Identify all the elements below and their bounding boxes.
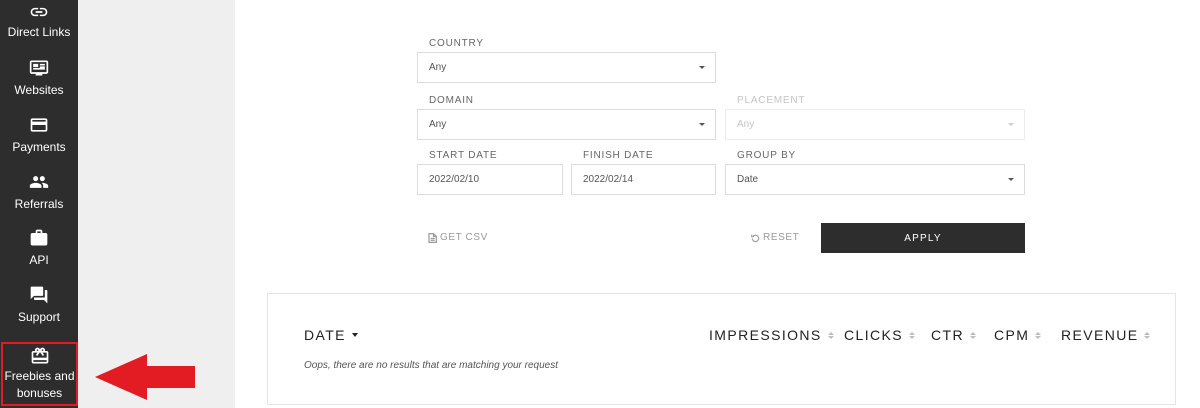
- column-header-revenue[interactable]: REVENUE: [1061, 327, 1151, 343]
- start-date-value: 2022/02/10: [429, 174, 480, 185]
- sidebar-item-referrals[interactable]: Referrals: [0, 172, 78, 212]
- sidebar-item-websites[interactable]: Websites: [0, 58, 78, 98]
- sidebar: Direct Links Websites Payments Referrals…: [0, 0, 78, 408]
- finish-date-value: 2022/02/14: [583, 174, 634, 185]
- reset-icon: [751, 234, 760, 242]
- apply-button[interactable]: APPLY: [821, 223, 1025, 253]
- payment-card-icon: [30, 118, 48, 132]
- sidebar-item-label: API: [29, 253, 49, 267]
- chat-icon: [30, 286, 48, 304]
- column-header-label: REVENUE: [1061, 327, 1139, 343]
- sidebar-item-label: Websites: [14, 83, 64, 97]
- chevron-down-icon: [1008, 178, 1014, 181]
- sidebar-item-support[interactable]: Support: [0, 285, 78, 325]
- sort-desc-icon: [351, 333, 358, 337]
- sidebar-item-label: Freebies and bonuses: [4, 369, 75, 400]
- group-by-select[interactable]: Date: [725, 164, 1025, 195]
- column-header-label: CLICKS: [844, 327, 903, 343]
- sort-icon: [1035, 331, 1042, 339]
- sidebar-item-label: Payments: [12, 140, 66, 154]
- column-header-ctr[interactable]: CTR: [931, 327, 976, 343]
- sidebar-item-payments[interactable]: Payments: [0, 115, 78, 155]
- domain-value: Any: [429, 119, 447, 130]
- sidebar-item-label: Referrals: [14, 197, 64, 211]
- briefcase-icon: [30, 229, 48, 246]
- sidebar-item-label: Direct Links: [7, 25, 71, 39]
- domain-label: DOMAIN: [429, 95, 474, 106]
- get-csv-label: GET CSV: [440, 232, 488, 243]
- placement-value: Any: [737, 119, 755, 130]
- column-header-label: CPM: [994, 327, 1030, 343]
- sidebar-item-direct-links[interactable]: Direct Links: [0, 2, 78, 40]
- group-by-value: Date: [737, 174, 759, 185]
- sort-icon: [908, 331, 915, 339]
- chevron-down-icon: [699, 66, 705, 69]
- sidebar-item-api[interactable]: API: [0, 228, 78, 268]
- empty-results-message: Oops, there are no results that are matc…: [304, 360, 559, 371]
- group-by-label: GROUP BY: [737, 150, 797, 161]
- chevron-down-icon: [699, 123, 705, 126]
- content-gutter: [78, 0, 235, 408]
- results-table: DATE IMPRESSIONS CLICKS CTR CPM REVENUE …: [267, 293, 1176, 405]
- sort-icon: [1144, 331, 1151, 339]
- sidebar-item-freebies-and-bonuses[interactable]: Freebies and bonuses: [1, 342, 78, 406]
- column-header-label: IMPRESSIONS: [709, 327, 822, 343]
- column-header-date[interactable]: DATE: [304, 327, 358, 343]
- reset-button[interactable]: RESET: [751, 232, 799, 243]
- reset-label: RESET: [763, 232, 800, 243]
- link-icon: [30, 7, 48, 17]
- column-header-clicks[interactable]: CLICKS: [844, 327, 915, 343]
- placement-label: PLACEMENT: [737, 95, 806, 106]
- domain-select[interactable]: Any: [417, 109, 716, 140]
- start-date-label: START DATE: [429, 150, 498, 161]
- column-header-label: CTR: [931, 327, 964, 343]
- chevron-down-icon: [1008, 123, 1014, 126]
- column-header-label: DATE: [304, 327, 346, 343]
- websites-icon: [29, 60, 49, 76]
- sort-icon: [969, 331, 976, 339]
- people-icon: [29, 176, 49, 188]
- red-arrow-annotation: [95, 354, 195, 400]
- column-header-cpm[interactable]: CPM: [994, 327, 1042, 343]
- sort-icon: [827, 331, 834, 339]
- apply-label: APPLY: [904, 232, 942, 244]
- finish-date-label: FINISH DATE: [583, 150, 654, 161]
- country-value: Any: [429, 62, 447, 73]
- file-icon: [428, 232, 437, 243]
- country-label: COUNTRY: [429, 38, 484, 49]
- gift-icon: [31, 347, 48, 364]
- column-header-impressions[interactable]: IMPRESSIONS: [709, 327, 834, 343]
- placement-select: Any: [725, 109, 1025, 140]
- finish-date-input[interactable]: 2022/02/14: [571, 164, 716, 195]
- sidebar-item-label: Support: [17, 310, 61, 324]
- country-select[interactable]: Any: [417, 52, 716, 83]
- start-date-input[interactable]: 2022/02/10: [417, 164, 563, 195]
- get-csv-button[interactable]: GET CSV: [428, 232, 488, 243]
